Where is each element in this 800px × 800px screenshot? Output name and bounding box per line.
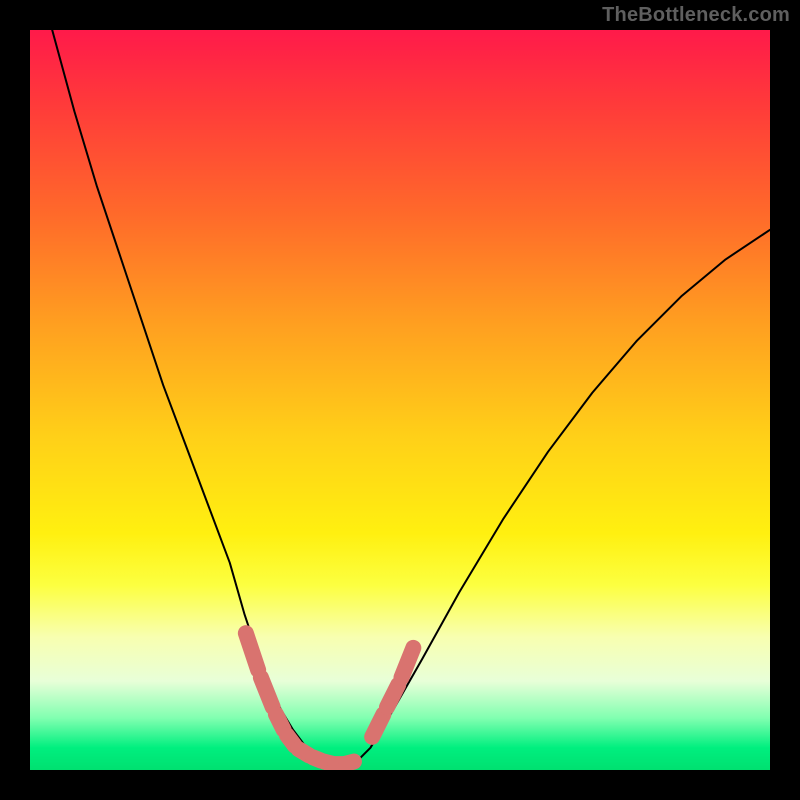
plot-area <box>30 30 770 770</box>
curve-canvas <box>30 30 770 770</box>
highlight-right-marker-run-seg2 <box>401 648 413 678</box>
marker-layer <box>246 633 413 764</box>
highlight-left-marker-run-seg0 <box>246 633 258 670</box>
highlight-left-marker-run-seg8 <box>346 762 354 764</box>
watermark-label: TheBottleneck.com <box>602 4 790 27</box>
highlight-left-marker-run-seg2 <box>276 714 284 730</box>
highlight-right-marker-run-seg0 <box>372 714 383 736</box>
curve-right-curve <box>356 230 770 763</box>
chart-container: TheBottleneck.com <box>0 0 800 800</box>
curve-left-curve <box>52 30 326 763</box>
highlight-right-marker-run-seg1 <box>387 685 398 707</box>
highlight-left-marker-run-seg1 <box>261 678 273 708</box>
